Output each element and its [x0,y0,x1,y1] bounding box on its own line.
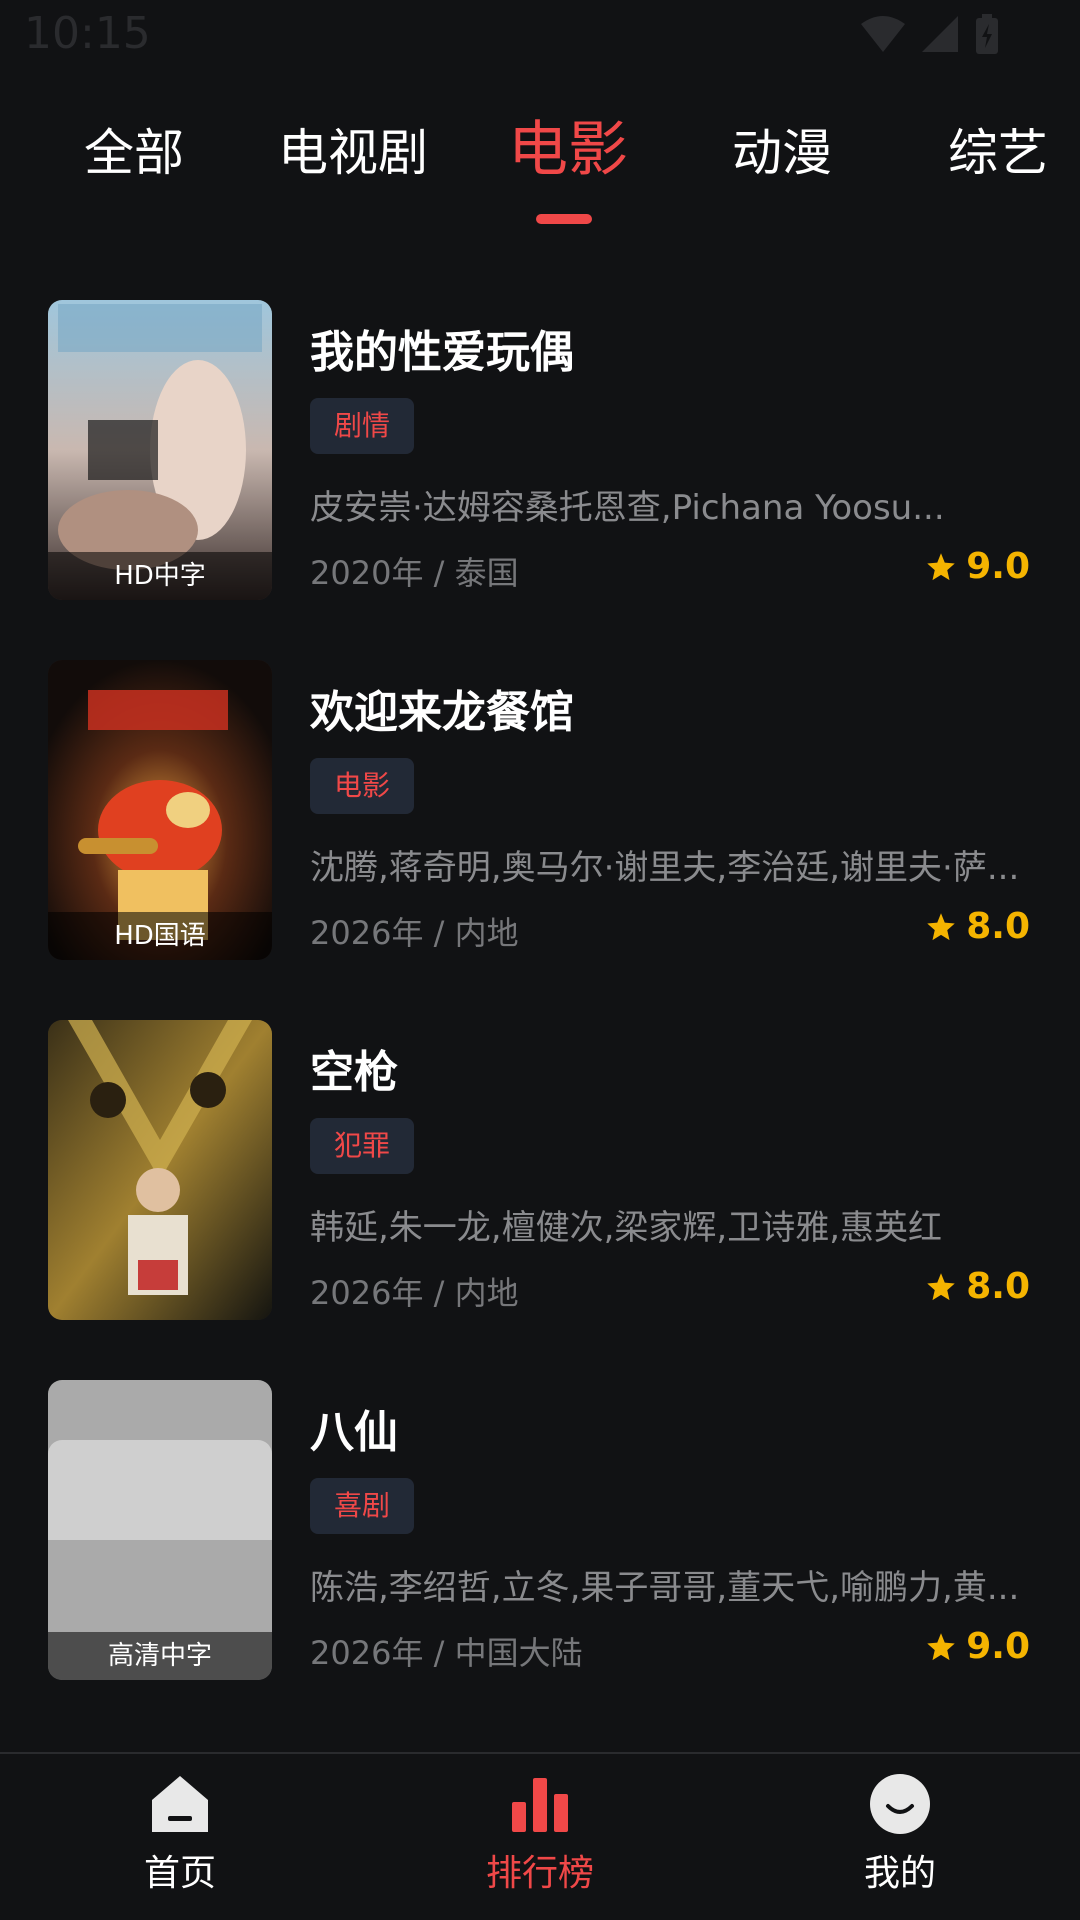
movie-poster[interactable] [48,1020,272,1320]
wifi-icon [860,14,906,54]
poster-quality-badge: HD国语 [48,912,272,960]
star-icon [926,1272,956,1302]
movie-title[interactable]: 八仙 [310,1396,398,1460]
next-movie-poster-partial[interactable] [48,1440,272,1540]
tab-anime[interactable]: 动漫 [732,128,832,178]
battery-icon [974,14,1000,54]
tab-movies[interactable]: 电影 [508,120,628,180]
nav-label-ranking: 排行榜 [485,1853,594,1894]
bottom-navigation: 首页 排行榜 我的 [0,1752,1080,1920]
movie-cast: 皮安崇·达姆容桑托恩查,Pichana Yoosu... [310,488,945,528]
star-icon [926,912,956,942]
movie-rating: 9.0 [926,1626,1030,1667]
rating-value: 8.0 [966,1266,1030,1307]
status-time: 10:15 [24,8,151,59]
status-icons [860,14,1000,54]
active-tab-indicator [536,214,592,224]
rating-value: 9.0 [966,1626,1030,1667]
signal-icon [920,14,960,54]
nav-item-ranking[interactable]: 排行榜 [440,1772,640,1896]
genre-tag: 电影 [310,758,415,814]
movie-title[interactable]: 欢迎来龙餐馆 [310,676,574,740]
movie-year-region: 2020年 / 泰国 [310,554,519,592]
poster-quality-badge: HD中字 [48,552,272,600]
genre-tag: 剧情 [310,398,415,454]
movie-rating: 8.0 [926,1266,1030,1307]
movie-year-region: 2026年 / 内地 [310,1274,519,1312]
poster-image [48,1020,272,1320]
nav-label-profile: 我的 [863,1853,936,1894]
movie-poster[interactable]: HD中字 [48,300,272,600]
movie-cast: 韩延,朱一龙,檀健次,梁家辉,卫诗雅,惠英红 [310,1208,943,1248]
movie-title[interactable]: 空枪 [310,1036,398,1100]
list-item[interactable]: HD国语 欢迎来龙餐馆 电影 沈腾,蒋奇明,奥马尔·谢里夫,李治廷,谢里夫·萨.… [0,660,1080,960]
profile-smile-icon [868,1772,932,1836]
tab-all[interactable]: 全部 [84,128,184,178]
star-icon [926,552,956,582]
movie-cast: 陈浩,李绍哲,立冬,果子哥哥,董天弋,喻鹏力,黄... [310,1568,1020,1608]
movie-year-region: 2026年 / 内地 [310,914,519,952]
list-item[interactable]: 空枪 犯罪 韩延,朱一龙,檀健次,梁家辉,卫诗雅,惠英红 2026年 / 内地 … [0,1020,1080,1320]
genre-tag: 犯罪 [310,1118,415,1174]
ranking-chart-icon [508,1772,572,1836]
screen: 10:15 全部 电视剧 电影 动漫 综艺 HD中字 我的性爱玩偶 剧情 皮安崇… [0,0,1080,1920]
category-tabs: 全部 电视剧 电影 动漫 综艺 [0,110,1080,230]
movie-cast: 沈腾,蒋奇明,奥马尔·谢里夫,李治廷,谢里夫·萨... [310,848,1020,888]
movie-poster[interactable]: HD国语 [48,660,272,960]
list-item[interactable]: HD中字 我的性爱玩偶 剧情 皮安崇·达姆容桑托恩查,Pichana Yoosu… [0,300,1080,600]
movie-rating: 8.0 [926,906,1030,947]
nav-item-profile[interactable]: 我的 [800,1772,1000,1896]
nav-item-home[interactable]: 首页 [80,1772,280,1896]
poster-quality-badge: 高清中字 [48,1632,272,1680]
star-icon [926,1632,956,1662]
rating-value: 9.0 [966,546,1030,587]
genre-tag: 喜剧 [310,1478,415,1534]
movie-title[interactable]: 我的性爱玩偶 [310,316,574,380]
rating-value: 8.0 [966,906,1030,947]
home-icon [148,1772,212,1836]
tab-variety[interactable]: 综艺 [948,128,1048,178]
status-bar: 10:15 [0,0,1080,72]
tab-tv-series[interactable]: 电视剧 [278,128,428,178]
movie-year-region: 2026年 / 中国大陆 [310,1634,583,1672]
movie-rating: 9.0 [926,546,1030,587]
nav-label-home: 首页 [143,1853,216,1894]
